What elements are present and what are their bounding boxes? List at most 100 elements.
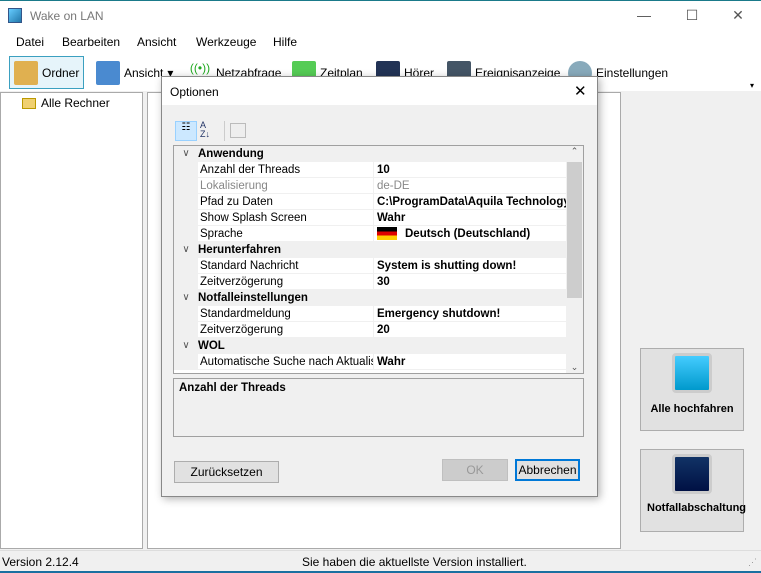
chevron-down-icon[interactable]: ∨ (174, 146, 198, 162)
category-row[interactable]: ∨ Notfalleinstellungen (174, 290, 583, 306)
property-value-text: 20 (377, 324, 390, 336)
property-row[interactable]: Lokalisierung de-DE (174, 178, 583, 194)
chevron-down-icon[interactable]: ∨ (174, 290, 198, 306)
property-value-text: 10 (377, 164, 390, 176)
property-value-text: de-DE (377, 180, 410, 192)
property-name: Lokalisierung (198, 178, 373, 194)
folder-icon (22, 97, 36, 109)
property-value[interactable]: 20 (373, 322, 583, 338)
version-label: Version 2.12.4 (2, 555, 79, 569)
property-row[interactable]: Sprache Deutsch (Deutschland) (174, 226, 583, 242)
ok-button[interactable]: OK (442, 459, 508, 481)
description-panel: Anzahl der Threads (173, 378, 584, 437)
category-name: Herunterfahren (198, 244, 282, 256)
property-value-text: 30 (377, 276, 390, 288)
wake-all-button[interactable]: Alle hochfahren (640, 348, 744, 431)
minimize-button[interactable]: — (634, 7, 654, 25)
property-name: Zeitverzögerung (198, 322, 373, 338)
close-button[interactable]: ✕ (728, 7, 748, 25)
property-value-text: Emergency shutdown! (377, 308, 501, 320)
scroll-down-icon[interactable]: ⌄ (566, 362, 583, 373)
ordner-button[interactable]: Ordner (9, 56, 85, 89)
category-row[interactable]: ∨ Anwendung (174, 146, 583, 162)
property-row[interactable]: Standard Nachricht System is shutting dow… (174, 258, 583, 274)
property-pages-icon[interactable] (230, 123, 246, 138)
resize-grip[interactable]: ⋰ (748, 557, 757, 568)
property-name: Standard Nachricht (198, 258, 373, 274)
scrollbar[interactable]: ⌃ ⌄ (566, 146, 583, 373)
property-name: Pfad zu Daten (198, 194, 373, 210)
dialog-close-button[interactable]: ✕ (574, 82, 587, 100)
categorized-view-icon[interactable]: ☷ (175, 121, 197, 141)
view-grid-icon (96, 60, 120, 85)
property-name: Zeitverzögerung (198, 274, 373, 290)
category-row[interactable]: ∨ Herunterfahren (174, 242, 583, 258)
status-message: Sie haben die aktuellste Version install… (302, 555, 527, 569)
category-name: WOL (198, 340, 225, 352)
property-value[interactable]: de-DE (373, 178, 583, 194)
property-value[interactable]: Wahr (373, 354, 583, 370)
menu-bearbeiten[interactable]: Bearbeiten (62, 35, 120, 49)
ansicht-label: Ansicht (124, 65, 164, 80)
chevron-down-icon[interactable]: ∨ (174, 338, 198, 354)
status-bar: Version 2.12.4 Sie haben die aktuellste … (0, 550, 761, 573)
tree-item-label: Alle Rechner (41, 96, 110, 110)
menu-werkzeuge[interactable]: Werkzeuge (196, 35, 256, 49)
monitor-off-icon (672, 454, 712, 494)
property-row[interactable]: Pfad zu Daten C:\ProgramData\Aquila Techn… (174, 194, 583, 210)
menu-ansicht[interactable]: Ansicht (137, 35, 176, 49)
property-name: Anzahl der Threads (198, 162, 373, 178)
property-value[interactable]: C:\ProgramData\Aquila Technology (373, 194, 583, 210)
tree-item-alle-rechner[interactable]: Alle Rechner (22, 96, 110, 110)
scroll-up-icon[interactable]: ⌃ (566, 146, 583, 162)
property-value-text: Deutsch (Deutschland) (405, 228, 531, 240)
property-value[interactable]: Wahr (373, 210, 583, 226)
property-value-text: C:\ProgramData\Aquila Technology (377, 196, 570, 208)
property-name: Show Splash Screen (198, 210, 373, 226)
property-value[interactable]: 10 (373, 162, 583, 178)
reset-button[interactable]: Zurücksetzen (174, 461, 279, 483)
einstellungen-label: Einstellungen (596, 65, 669, 80)
property-row[interactable]: Show Splash Screen Wahr (174, 210, 583, 226)
emergency-shutdown-button[interactable]: Notfallabschaltung (640, 449, 747, 532)
menu-hilfe[interactable]: Hilfe (273, 35, 297, 49)
property-row[interactable]: Automatische Suche nach Aktualisierungen… (174, 354, 583, 370)
category-name: Anwendung (198, 148, 264, 160)
property-value[interactable]: System is shutting down! (373, 258, 583, 274)
dialog-title: Optionen (170, 85, 219, 99)
property-row[interactable]: Standardmeldung Emergency shutdown! (174, 306, 583, 322)
property-name: Automatische Suche nach Aktualisierungen (198, 356, 373, 370)
property-row[interactable]: Zeitverzögerung 20 (174, 322, 583, 338)
monitor-bulb-icon (672, 353, 712, 393)
property-value[interactable]: Emergency shutdown! (373, 306, 583, 322)
app-icon (8, 8, 22, 23)
toolbar-overflow-icon[interactable]: ▾ (750, 81, 754, 90)
chevron-down-icon[interactable]: ∨ (174, 242, 198, 258)
folder-icon (14, 60, 38, 85)
property-name: Standardmeldung (198, 306, 373, 322)
property-value-text: Wahr (377, 212, 406, 224)
property-grid[interactable]: ∨ Anwendung Anzahl der Threads 10 Lokalisier… (173, 145, 584, 374)
property-name: Sprache (198, 226, 373, 242)
ordner-label: Ordner (42, 65, 80, 80)
toolbar-separator (224, 121, 225, 141)
scrollbar-thumb[interactable] (567, 162, 582, 298)
emergency-label: Notfallabschaltung (647, 502, 747, 514)
category-row[interactable]: ∨ WOL (174, 338, 583, 354)
description-title: Anzahl der Threads (179, 382, 286, 394)
menu-bar: Datei Bearbeiten Ansicht Werkzeuge Hilfe (0, 31, 761, 53)
property-value-text: System is shutting down! (377, 260, 517, 272)
property-value[interactable]: 30 (373, 274, 583, 290)
property-row[interactable]: Anzahl der Threads 10 (174, 162, 583, 178)
category-name: Notfalleinstellungen (198, 292, 308, 304)
dialog-title-bar: Optionen ✕ (162, 77, 597, 105)
menu-datei[interactable]: Datei (16, 35, 44, 49)
wake-all-label: Alle hochfahren (650, 403, 734, 415)
property-row[interactable]: Zeitverzögerung 30 (174, 274, 583, 290)
options-dialog: Optionen ✕ ☷ A Z↓ ∨ Anwendung Anzahl der Th… (161, 76, 598, 497)
cancel-button[interactable]: Abbrechen (515, 459, 580, 481)
maximize-button[interactable]: ☐ (682, 7, 702, 25)
property-value[interactable]: Deutsch (Deutschland) (373, 226, 583, 242)
sort-alphabetical-icon[interactable]: A Z↓ (200, 121, 220, 141)
folder-tree[interactable]: Alle Rechner (0, 92, 143, 549)
